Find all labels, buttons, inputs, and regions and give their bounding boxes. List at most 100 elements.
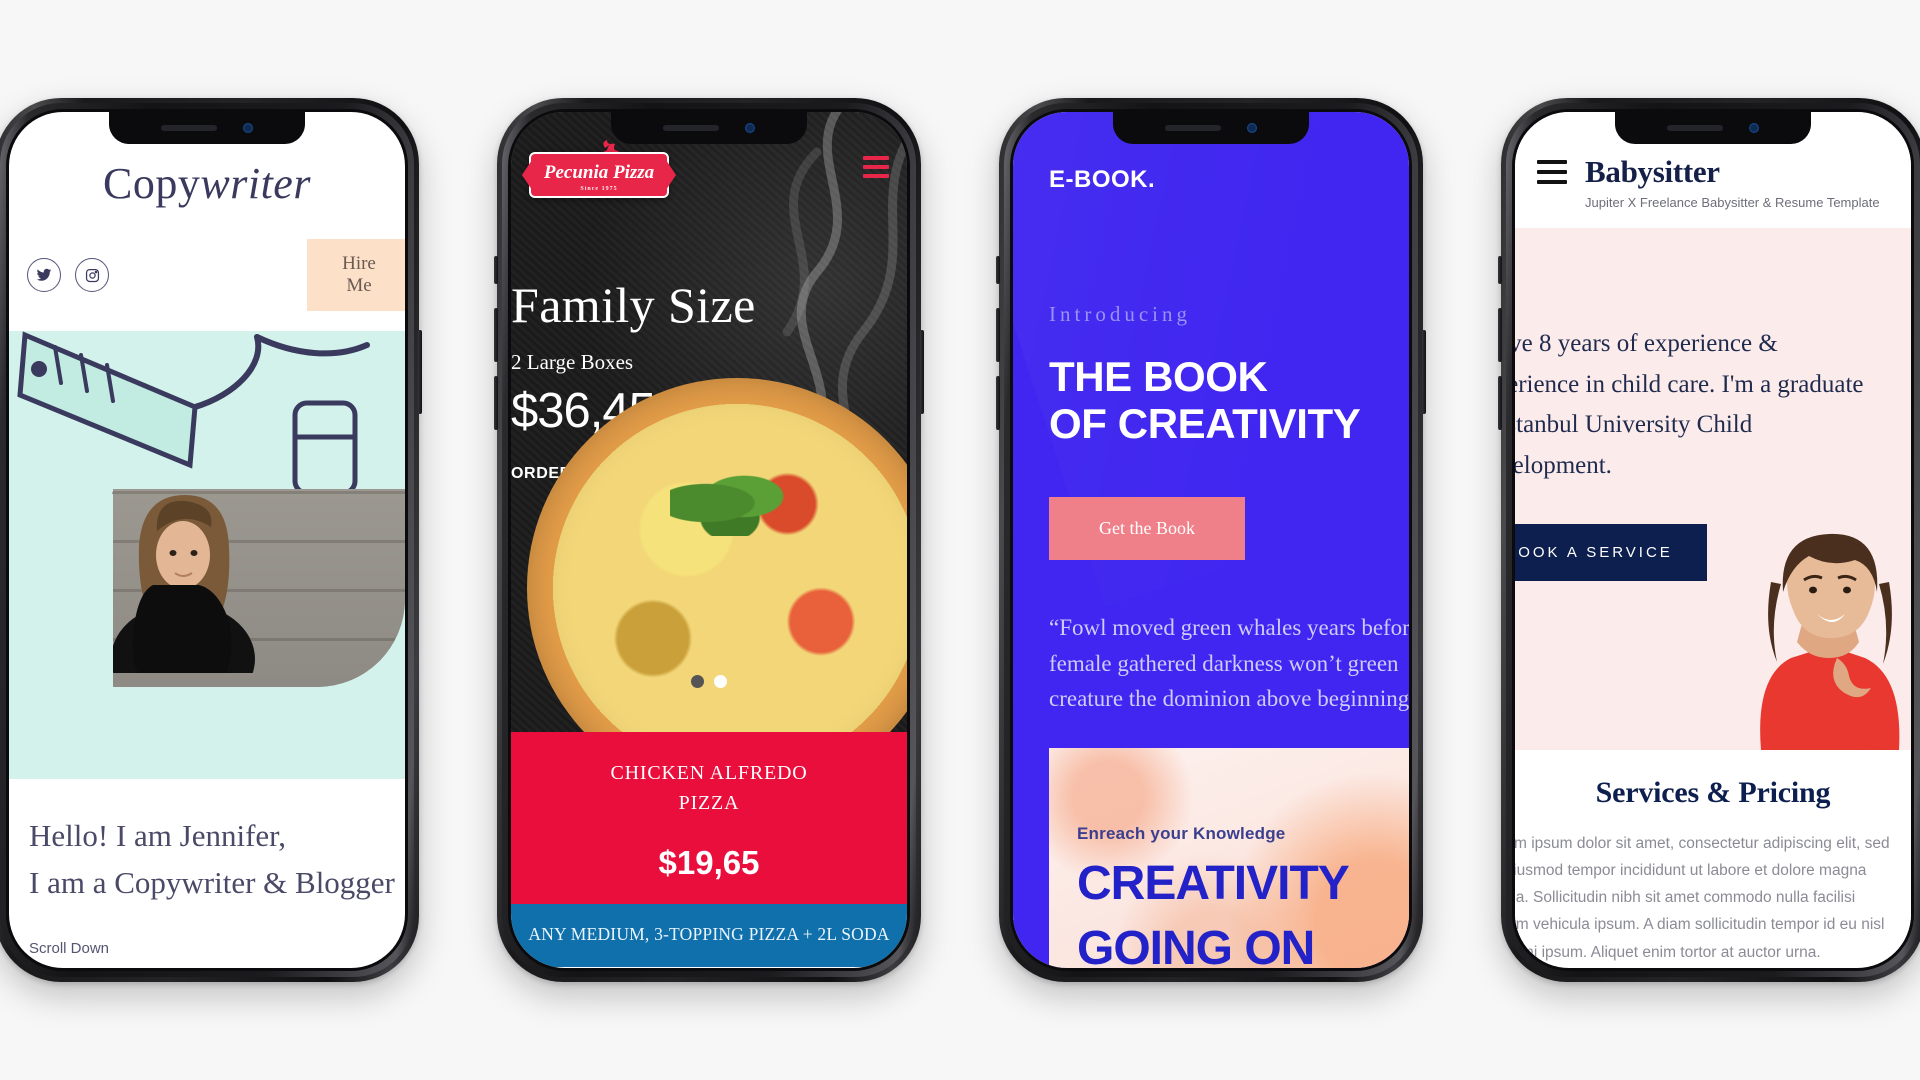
babysitter-photo (1760, 533, 1900, 750)
showcase-stage: Copywriter Hire Me Hello! I am Jennifer,… (0, 0, 1920, 1080)
volume-up-button[interactable] (996, 308, 1000, 362)
header-text-group: Babysitter Jupiter X Freelance Babysitte… (1585, 154, 1880, 210)
pizza-hero: Pecunia Pizza Since 1975 Family Size 2 L… (511, 112, 907, 732)
product-name-line-2: PIZZA (678, 792, 740, 814)
pizza-logo-text: Pecunia Pizza (543, 162, 655, 183)
mute-switch[interactable] (1498, 256, 1502, 284)
instagram-icon[interactable] (75, 258, 109, 292)
lorem-line-5: nunc mi ipsum. Aliquet enim tortor at au… (1515, 943, 1821, 961)
services-section: Services & Pricing Lorem ipsum dolor sit… (1515, 750, 1911, 966)
ebook-title-line-2: OF CREATIVITY (1049, 400, 1361, 448)
intro-paragraph: I have 8 years of experience & experienc… (1515, 228, 1911, 486)
pizza-logo[interactable]: Pecunia Pizza Since 1975 (529, 140, 669, 198)
babysitter-hero: I have 8 years of experience & experienc… (1515, 228, 1911, 750)
phone-mockup-copywriter: Copywriter Hire Me Hello! I am Jennifer,… (0, 98, 422, 982)
eyebrow-label: Introducing (1049, 302, 1191, 326)
phone-mockup-pizza: Pecunia Pizza Since 1975 Family Size 2 L… (494, 98, 924, 982)
hero-illustration (9, 331, 405, 779)
notch (1615, 112, 1811, 144)
volume-up-button[interactable] (1498, 308, 1502, 362)
lorem-line-4: nullam vehicula ipsum. A diam sollicitud… (1515, 916, 1885, 934)
earpiece-speaker (161, 125, 217, 131)
carousel-dot-active[interactable] (714, 675, 727, 688)
card-kicker: Enreach your Knowledge (1077, 824, 1286, 843)
lorem-line-2: do eiusmod tempor incididunt ut labore e… (1515, 862, 1867, 880)
phone-mockup-ebook: E-BOOK. Introducing THE BOOK OF CREATIVI… (996, 98, 1426, 982)
menu-line (863, 156, 889, 160)
card-title-line-2: GOING ON (1077, 921, 1315, 968)
front-camera (1247, 123, 1257, 133)
power-button[interactable] (920, 330, 924, 414)
product-price: $19,65 (658, 844, 760, 881)
services-body-text: Lorem ipsum dolor sit amet, consectetur … (1515, 830, 1911, 966)
mute-switch[interactable] (996, 256, 1000, 284)
phone-screen-ebook: E-BOOK. Introducing THE BOOK OF CREATIVI… (1013, 112, 1409, 968)
quote-line-3: creature the dominion above beginning (1049, 686, 1409, 712)
site-title[interactable]: Babysitter (1585, 154, 1880, 190)
intro-line-3: of Istanbul University Child (1515, 411, 1753, 438)
basil-garnish (669, 470, 790, 537)
carousel-dot[interactable] (691, 675, 704, 688)
intro-line-4: Development. (1515, 451, 1612, 479)
earpiece-speaker (1667, 125, 1723, 131)
carousel-dots[interactable] (691, 675, 727, 688)
headline-line-1: Hello! I am Jennifer, (29, 818, 286, 853)
front-camera (243, 123, 253, 133)
twitter-icon[interactable] (27, 258, 61, 292)
intro-line-1: I have 8 years of experience & (1515, 330, 1778, 357)
menu-line (1537, 160, 1567, 164)
ebook-quote: “Fowl moved green whales years before fe… (1013, 560, 1409, 717)
card-title-line-1: CREATIVITY (1077, 857, 1350, 910)
earpiece-speaker (1165, 125, 1221, 131)
product-name-line-1: CHICKEN ALFREDO (610, 762, 808, 784)
volume-up-button[interactable] (494, 308, 498, 362)
menu-line (863, 165, 889, 169)
volume-down-button[interactable] (1498, 376, 1502, 430)
book-cover-card[interactable]: Enreach your Knowledge CREATIVITY GOING … (1049, 748, 1409, 968)
hamburger-menu-icon[interactable] (1537, 154, 1567, 190)
hero-copy: Hello! I am Jennifer, I am a Copywriter … (9, 779, 405, 957)
photo-person (113, 495, 255, 673)
earpiece-speaker (663, 125, 719, 131)
pizza-logo-plate: Pecunia Pizza Since 1975 (529, 152, 669, 198)
volume-down-button[interactable] (494, 376, 498, 430)
power-button[interactable] (418, 330, 422, 414)
lorem-line-3: aliqua. Sollicitudin nibh sit amet commo… (1515, 889, 1856, 907)
ebook-title-line-1: THE BOOK (1049, 353, 1268, 400)
hero-subtitle: 2 Large Boxes (511, 350, 634, 374)
phone-screen-pizza: Pecunia Pizza Since 1975 Family Size 2 L… (511, 112, 907, 968)
volume-down-button[interactable] (996, 376, 1000, 430)
phone-screen-babysitter: Babysitter Jupiter X Freelance Babysitte… (1515, 112, 1911, 968)
header-bar: Hire Me (9, 209, 405, 331)
phone-mockup-babysitter: Babysitter Jupiter X Freelance Babysitte… (1498, 98, 1920, 982)
notch (611, 112, 807, 144)
front-camera (745, 123, 755, 133)
hero-title: Family Size (511, 277, 756, 333)
phone-screen-copywriter: Copywriter Hire Me Hello! I am Jennifer,… (9, 112, 405, 968)
scroll-down-label[interactable]: Scroll Down (29, 940, 405, 957)
quote-line-1: “Fowl moved green whales years before (1049, 615, 1409, 641)
social-links (27, 258, 109, 292)
ebook-page: E-BOOK. Introducing THE BOOK OF CREATIVI… (1013, 112, 1409, 968)
product-name-block: CHICKEN ALFREDO PIZZA $19,65 (511, 732, 907, 904)
hamburger-menu-icon[interactable] (863, 156, 889, 183)
headline-line-2: I am a Copywriter & Blogger (29, 864, 395, 900)
power-button[interactable] (1422, 330, 1426, 414)
intro-line-2: experience in child care. I'm a graduate (1515, 370, 1864, 398)
menu-line (1537, 180, 1567, 184)
book-a-service-button[interactable]: BOOK A SERVICE (1515, 524, 1707, 581)
menu-line (1537, 170, 1567, 174)
section-title: Services & Pricing (1595, 776, 1831, 809)
logo-text-italic: writer (200, 159, 311, 208)
logo-text-plain: Copy (103, 159, 201, 208)
front-camera (1749, 123, 1759, 133)
ebook-title: THE BOOK OF CREATIVITY (1013, 327, 1409, 447)
hire-me-button[interactable]: Hire Me (307, 239, 405, 311)
mute-switch[interactable] (494, 256, 498, 284)
site-tagline: Jupiter X Freelance Babysitter & Resume … (1585, 195, 1880, 210)
lorem-line-1: Lorem ipsum dolor sit amet, consectetur … (1515, 835, 1890, 852)
deal-strip: ANY MEDIUM, 3-TOPPING PIZZA + 2L SODA (511, 904, 907, 967)
get-the-book-button[interactable]: Get the Book (1049, 497, 1245, 561)
pizza-logo-since: Since 1975 (580, 186, 618, 192)
profile-photo (113, 489, 405, 687)
